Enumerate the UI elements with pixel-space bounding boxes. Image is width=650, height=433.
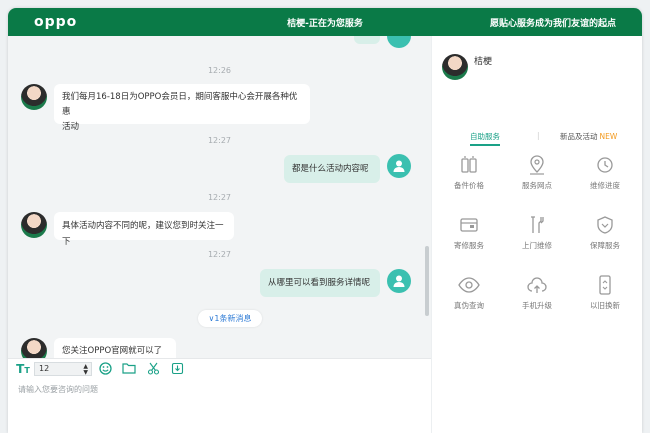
- battery-icon: [461, 156, 477, 173]
- timestamp: 12:27: [207, 250, 232, 259]
- font-size-icon[interactable]: TT: [15, 362, 31, 376]
- service-item-label: 服务网点: [522, 181, 552, 190]
- user-avatar: [387, 36, 411, 48]
- service-tabs: 自助服务 | 新品及活动 NEW: [432, 130, 642, 146]
- service-item-label: 上门维修: [522, 241, 552, 250]
- service-item-trade-in[interactable]: 以旧换新: [580, 274, 630, 311]
- eye-icon: [458, 277, 480, 293]
- message-input[interactable]: 请输入您要咨询的问题: [18, 384, 98, 395]
- message-text: 活动: [62, 122, 80, 132]
- user-avatar: [387, 154, 411, 178]
- message-bubble: 具体活动内容不同的呢，建议您到时关注一下: [54, 212, 234, 247]
- emoji-icon[interactable]: [97, 362, 113, 376]
- new-message-label: 1条新消息: [214, 314, 252, 323]
- folder-icon[interactable]: [121, 362, 137, 376]
- service-item-label: 真伪查询: [454, 301, 484, 310]
- message-bubble: 从哪里可以看到服务详情呢: [260, 269, 380, 297]
- stepper-arrows[interactable]: ▲ ▼: [83, 364, 88, 376]
- cloud-upload-icon: [527, 277, 547, 293]
- service-panel: 桔梗 自助服务 | 新品及活动 NEW 备件价格 服务网点 维修进度 寄修服务 上…: [431, 36, 642, 433]
- timestamp: 12:26: [207, 66, 232, 75]
- tab-self-service[interactable]: 自助服务: [470, 131, 500, 142]
- service-item-label: 寄修服务: [454, 241, 484, 250]
- message-bubble: 我们每月16-18日为OPPO会员日，期间客服中心会开展各种优惠 活动: [54, 84, 310, 132]
- message-bubble-partial: [354, 36, 380, 44]
- message-bubble: 都是什么活动内容呢: [284, 155, 380, 183]
- tools-icon: [531, 216, 544, 233]
- agent-name: 桔梗: [474, 57, 493, 67]
- service-item-label: 保障服务: [590, 241, 620, 250]
- service-item-repair-progress[interactable]: 维修进度: [580, 154, 630, 191]
- service-item-parts-price[interactable]: 备件价格: [444, 154, 494, 191]
- tab-news[interactable]: 新品及活动 NEW: [560, 131, 617, 142]
- agent-avatar: [442, 54, 468, 80]
- service-item-service-points[interactable]: 服务网点: [512, 154, 562, 191]
- mail-icon: [460, 218, 478, 232]
- service-item-label: 备件价格: [454, 181, 484, 190]
- location-icon: [530, 155, 544, 175]
- user-icon: [393, 160, 405, 172]
- chat-area[interactable]: 12:26 我们每月16-18日为OPPO会员日，期间客服中心会开展各种优惠 活…: [8, 36, 431, 358]
- header-bar: oppo 桔梗-正在为您服务 愿贴心服务成为我们友谊的起点: [8, 8, 642, 36]
- service-item-mail-repair[interactable]: 寄修服务: [444, 214, 494, 251]
- user-avatar: [387, 269, 411, 293]
- service-item-label: 手机升级: [522, 301, 552, 310]
- font-size-select[interactable]: 12 ▲ ▼: [34, 362, 92, 376]
- service-item-home-repair[interactable]: 上门维修: [512, 214, 562, 251]
- new-message-button[interactable]: ∨1条新消息: [198, 310, 262, 327]
- slogan: 愿贴心服务成为我们友谊的起点: [489, 19, 616, 29]
- timestamp: 12:27: [207, 193, 232, 202]
- phone-swap-icon: [599, 275, 611, 295]
- timestamp: 12:27: [207, 136, 232, 145]
- agent-avatar: [21, 212, 47, 238]
- shield-icon: [597, 216, 613, 234]
- scrollbar[interactable]: [425, 246, 429, 316]
- service-item-label: 维修进度: [590, 181, 620, 190]
- service-item-phone-upgrade[interactable]: 手机升级: [512, 274, 562, 311]
- chat-window: oppo 桔梗-正在为您服务 愿贴心服务成为我们友谊的起点 12:26 我们每月…: [8, 8, 642, 433]
- font-size-value: 12: [39, 364, 50, 373]
- agent-avatar: [21, 338, 47, 358]
- service-item-protection[interactable]: 保障服务: [580, 214, 630, 251]
- service-item-authenticity[interactable]: 真伪查询: [444, 274, 494, 311]
- message-text: 我们每月16-18日为OPPO会员日，期间客服中心会开展各种优惠: [62, 92, 298, 117]
- active-tab-indicator: [470, 144, 500, 146]
- tab-divider: |: [537, 131, 540, 140]
- agent-avatar: [21, 84, 47, 110]
- input-toolbar: TT 12 ▲ ▼: [8, 358, 431, 378]
- new-badge: NEW: [599, 132, 618, 141]
- service-item-label: 以旧换新: [590, 301, 620, 310]
- download-icon[interactable]: [169, 362, 185, 376]
- tab-news-label: 新品及活动: [560, 132, 598, 141]
- user-icon: [393, 275, 405, 287]
- progress-icon: [597, 157, 613, 173]
- message-bubble: 您关注OPPO官网就可以了呢: [54, 338, 176, 358]
- scissors-icon[interactable]: [145, 362, 161, 376]
